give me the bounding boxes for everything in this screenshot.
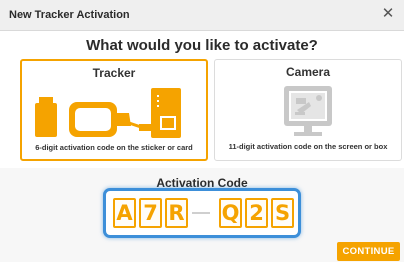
activation-dialog: New Tracker Activation ✕ What would you … — [0, 0, 404, 262]
code-char-1[interactable]: A — [113, 198, 136, 228]
code-char-4[interactable]: Q — [219, 198, 242, 228]
tracker-device-icon — [35, 88, 181, 138]
code-char-2[interactable]: 7 — [139, 198, 162, 228]
code-char-3[interactable]: R — [165, 198, 188, 228]
code-char-6[interactable]: S — [271, 198, 294, 228]
camera-option-caption: 11-digit activation code on the screen o… — [228, 142, 388, 151]
code-char-5[interactable]: 2 — [245, 198, 268, 228]
dialog-title: New Tracker Activation — [9, 9, 130, 21]
tracker-option-caption: 6-digit activation code on the sticker o… — [35, 143, 193, 152]
camera-device-icon — [284, 86, 332, 136]
dialog-titlebar: New Tracker Activation ✕ — [0, 0, 404, 31]
camera-option-card[interactable]: Camera 11-digit activation code on the s… — [214, 59, 402, 161]
code-separator — [192, 212, 210, 214]
camera-option-title: Camera — [285, 65, 331, 79]
page-headline: What would you like to activate? — [86, 37, 318, 54]
tracker-option-title: Tracker — [92, 66, 136, 80]
activation-code-input[interactable]: A 7 R Q 2 S — [103, 188, 301, 238]
close-icon[interactable]: ✕ — [380, 5, 396, 23]
continue-button[interactable]: CONTINUE — [337, 242, 400, 261]
tracker-option-card[interactable]: Tracker 6-digit activation code on the s… — [20, 59, 208, 161]
